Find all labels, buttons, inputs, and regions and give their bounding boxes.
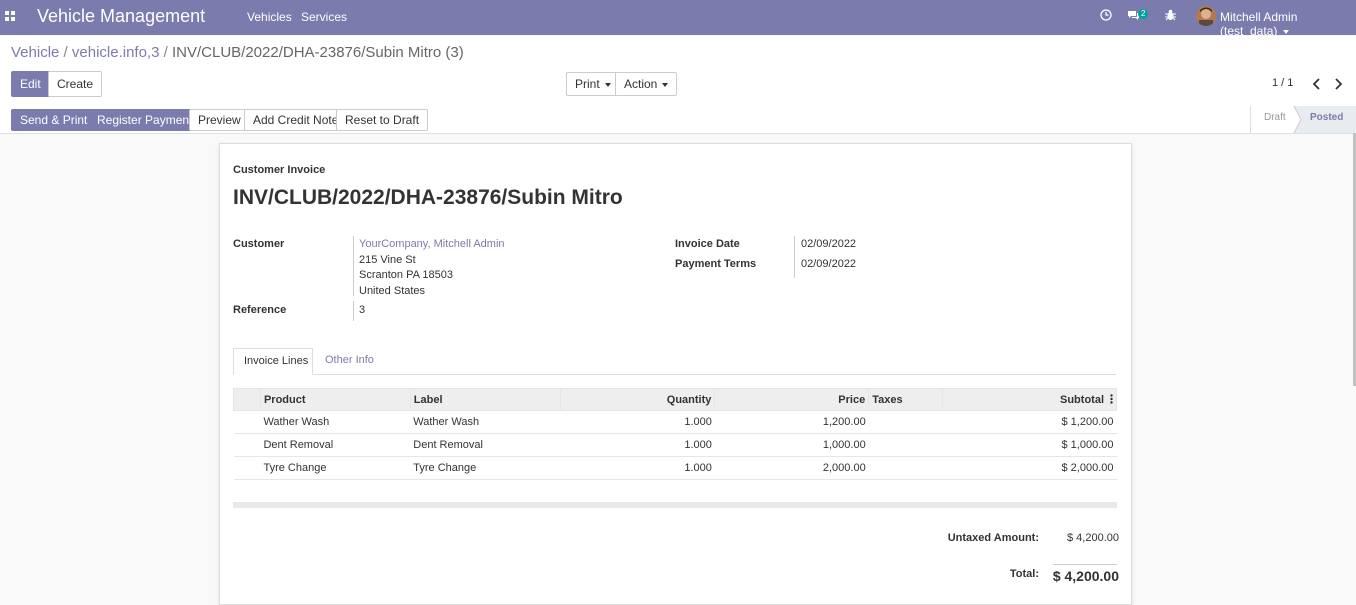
menu-services[interactable]: Services (301, 10, 347, 24)
action-label: Action (624, 77, 658, 91)
stage-posted[interactable]: Posted (1310, 106, 1343, 133)
divider (353, 236, 354, 296)
top-navbar: Vehicle Management Vehicles Services 2 M… (0, 0, 1356, 38)
reference-value: 3 (359, 304, 366, 316)
column-header-subtotal[interactable]: Subtotal (942, 388, 1117, 411)
column-header-subtotal-label: Subtotal (1060, 393, 1104, 406)
cell-product[interactable]: Wather Wash (260, 410, 411, 434)
breadcrumb-vehicle-info[interactable]: vehicle.info,3 (72, 44, 160, 61)
tab-other-info[interactable]: Other Info (325, 354, 374, 366)
cell-price[interactable]: 1,200.00 (714, 410, 869, 434)
untaxed-amount-value: $ 4,200.00 (1067, 532, 1119, 544)
column-header-taxes[interactable]: Taxes (868, 388, 944, 411)
cell-quantity[interactable]: 1.000 (560, 410, 715, 434)
send-print-button[interactable]: Send & Print (11, 109, 97, 131)
preview-button[interactable]: Preview (189, 109, 250, 131)
column-header-label[interactable]: Label (409, 388, 561, 411)
app-title[interactable]: Vehicle Management (37, 5, 205, 27)
breadcrumb-vehicle[interactable]: Vehicle (11, 44, 59, 61)
cell-subtotal: $ 1,200.00 (942, 410, 1117, 434)
payment-terms-value: 02/09/2022 (801, 258, 857, 270)
apps-menu-icon[interactable] (5, 11, 17, 23)
cell-label[interactable]: Wather Wash (410, 410, 561, 434)
tab-underline (233, 374, 1116, 375)
chevron-down-icon (604, 82, 611, 87)
breadcrumb-separator: / (63, 44, 68, 61)
row-handle (233, 433, 261, 457)
cell-product[interactable]: Dent Removal (260, 433, 411, 457)
register-payment-button[interactable]: Register Payment (88, 109, 202, 131)
divider (794, 236, 795, 278)
address-line: United States (359, 285, 426, 297)
menu-vehicles[interactable]: Vehicles (247, 10, 292, 24)
total-label: Total: (1009, 568, 1039, 580)
invoice-date-label: Invoice Date (675, 238, 740, 250)
table-row[interactable]: Dent Removal Dent Removal 1.000 1,000.00… (233, 433, 1117, 457)
chevron-down-icon (1283, 29, 1290, 34)
untaxed-amount-label: Untaxed Amount: (947, 532, 1039, 544)
address-line: Scranton PA 18503 (359, 269, 453, 281)
breadcrumb: Vehicle / vehicle.info,3 / INV/CLUB/2022… (11, 44, 464, 62)
invoice-title: INV/CLUB/2022/DHA-23876/Subin Mitro (233, 186, 623, 209)
cell-taxes[interactable] (868, 410, 943, 434)
avatar[interactable] (1196, 6, 1216, 26)
column-header-price[interactable]: Price (714, 388, 870, 411)
total-value: $ 4,200.00 (1052, 568, 1119, 584)
reference-label: Reference (233, 304, 287, 316)
divider (353, 301, 354, 321)
print-label: Print (575, 77, 600, 91)
add-credit-note-button[interactable]: Add Credit Note (244, 109, 348, 131)
bug-icon[interactable] (1165, 9, 1176, 21)
chevron-down-icon (662, 82, 669, 87)
stage-draft[interactable]: Draft (1264, 106, 1286, 133)
create-button[interactable]: Create (48, 71, 103, 97)
breadcrumb-separator: / (163, 44, 168, 61)
table-row[interactable]: Tyre Change Tyre Change 1.000 2,000.00 $… (233, 456, 1117, 480)
column-header-product[interactable]: Product (259, 388, 411, 411)
table-header-row: Product Label Quantity Price Taxes Subto… (233, 388, 1117, 411)
invoice-lines-table: Product Label Quantity Price Taxes Subto… (233, 388, 1117, 480)
action-dropdown[interactable]: Action (615, 72, 678, 96)
total-divider (1053, 564, 1117, 565)
cell-price[interactable]: 2,000.00 (714, 456, 869, 480)
row-handle (233, 456, 261, 480)
cell-price[interactable]: 1,000.00 (714, 433, 869, 457)
payment-terms-label: Payment Terms (675, 258, 757, 270)
edit-button[interactable]: Edit (11, 71, 50, 97)
user-menu[interactable]: Mitchell Admin (test_data) (1220, 10, 1356, 38)
cell-subtotal: $ 2,000.00 (942, 456, 1117, 480)
tab-invoice-lines-label: Invoice Lines (244, 355, 309, 367)
breadcrumb-current: INV/CLUB/2022/DHA-23876/Subin Mitro (3) (171, 44, 464, 61)
row-handle (233, 410, 261, 434)
customer-link[interactable]: YourCompany, Mitchell Admin (359, 238, 505, 250)
tab-invoice-lines[interactable]: Invoice Lines (233, 348, 313, 375)
cell-label[interactable]: Tyre Change (410, 456, 561, 480)
table-footer-bar (233, 502, 1117, 508)
cell-taxes[interactable] (868, 456, 943, 480)
column-header-quantity[interactable]: Quantity (559, 388, 716, 411)
cell-taxes[interactable] (868, 433, 943, 457)
cell-subtotal: $ 1,000.00 (942, 433, 1117, 457)
customer-label: Customer (233, 238, 285, 250)
print-dropdown[interactable]: Print (566, 72, 620, 96)
clock-icon[interactable] (1100, 9, 1112, 21)
cell-quantity[interactable]: 1.000 (560, 456, 715, 480)
table-row[interactable]: Wather Wash Wather Wash 1.000 1,200.00 $… (233, 410, 1117, 434)
pager-value[interactable]: 1 / 1 (1272, 77, 1293, 89)
messages-badge: 2 (1138, 9, 1149, 19)
form-sheet: Customer Invoice INV/CLUB/2022/DHA-23876… (219, 143, 1132, 605)
chevron-left-icon[interactable] (1312, 78, 1321, 90)
cell-product[interactable]: Tyre Change (260, 456, 411, 480)
invoice-type-label: Customer Invoice (233, 164, 326, 176)
chevron-right-icon[interactable] (1334, 78, 1343, 90)
invoice-date-value: 02/09/2022 (801, 238, 857, 250)
cell-quantity[interactable]: 1.000 (560, 433, 715, 457)
address-line: 215 Vine St (359, 254, 416, 266)
cell-label[interactable]: Dent Removal (410, 433, 561, 457)
reset-to-draft-button[interactable]: Reset to Draft (336, 109, 429, 131)
table-header-handle (233, 388, 261, 411)
